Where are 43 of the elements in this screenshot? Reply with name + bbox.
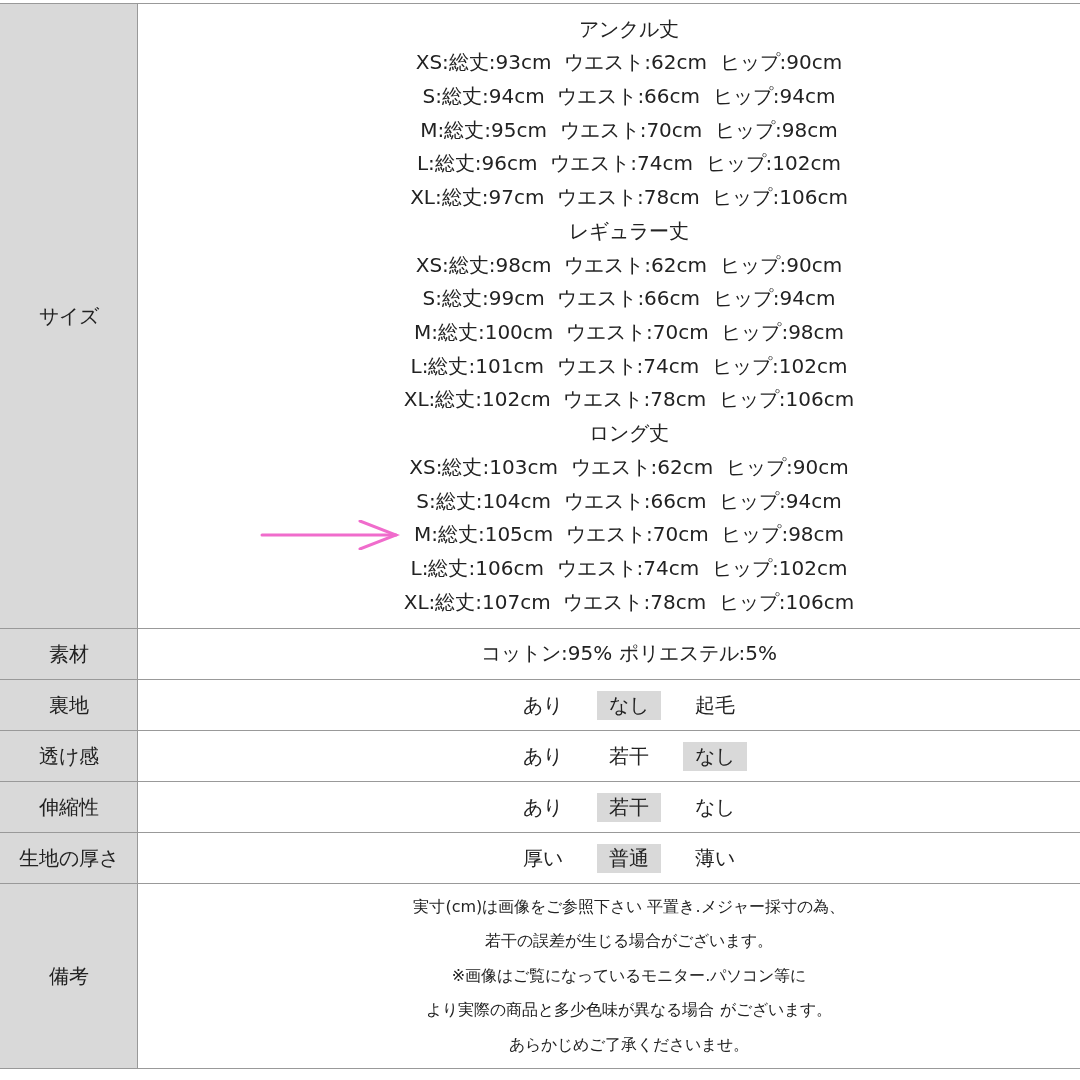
note-text: あらかじめご了承くださいませ。	[509, 1033, 749, 1056]
size-line: XL:総丈:97cm ウエスト:78cm ヒップ:106cm	[410, 184, 848, 212]
note-text: 若干の誤差が生じる場合がございます。	[485, 930, 773, 953]
option-label: 普通	[597, 843, 661, 873]
option-label: あり	[522, 691, 564, 719]
option-label: なし	[683, 741, 747, 771]
size-line: L:総丈:106cm ウエスト:74cm ヒップ:102cm	[410, 554, 848, 582]
size-line: S:総丈:104cm ウエスト:66cm ヒップ:94cm	[416, 487, 842, 515]
size-heading: レギュラー丈	[569, 217, 689, 245]
size-line: XS:総丈:98cm ウエスト:62cm ヒップ:90cm	[415, 251, 843, 279]
size-line: M:総丈:100cm ウエスト:70cm ヒップ:98cm	[413, 319, 845, 346]
option-label: 薄い	[694, 844, 736, 872]
size-line: S:総丈:99cm ウエスト:66cm ヒップ:94cm	[422, 285, 836, 313]
size-heading: アンクル丈	[579, 15, 679, 43]
row-label: 裏地	[48, 691, 89, 719]
option-label: 厚い	[522, 844, 564, 872]
option-label: 若干	[597, 792, 661, 822]
size-line: M:総丈:95cm ウエスト:70cm ヒップ:98cm	[420, 116, 838, 144]
row-label: 素材	[48, 640, 89, 668]
material-text: コットン:95% ポリエステル:5%	[481, 640, 777, 668]
option-label: なし	[694, 793, 736, 821]
note-text: ※画像はご覧になっているモニター.パソコン等に	[451, 964, 807, 987]
note-text: より実際の商品と多少色味が異なる場合 がございます。	[426, 999, 832, 1022]
option-label: 若干	[608, 742, 650, 770]
row-label: 備考	[48, 962, 89, 990]
size-line: XS:総丈:103cm ウエスト:62cm ヒップ:90cm	[409, 453, 849, 481]
size-line: XL:総丈:107cm ウエスト:78cm ヒップ:106cm	[403, 588, 855, 616]
size-line: XS:総丈:93cm ウエスト:62cm ヒップ:90cm	[415, 49, 843, 77]
row-label: 伸縮性	[38, 793, 99, 821]
size-line: S:総丈:94cm ウエスト:66cm ヒップ:94cm	[422, 83, 836, 111]
size-line: L:総丈:101cm ウエスト:74cm ヒップ:102cm	[410, 352, 848, 380]
size-line: XL:総丈:102cm ウエスト:78cm ヒップ:106cm	[403, 386, 855, 414]
size-line: M:総丈:105cm ウエスト:70cm ヒップ:98cm	[413, 518, 845, 552]
row-label: 生地の厚さ	[18, 844, 119, 872]
size-heading: ロング丈	[589, 420, 669, 448]
size-line: L:総丈:96cm ウエスト:74cm ヒップ:102cm	[416, 150, 841, 178]
row-label: サイズ	[38, 302, 99, 330]
note-text: 実寸(cm)は画像をご参照下さい 平置き.メジャー採寸の為、	[413, 895, 845, 918]
option-label: あり	[522, 742, 564, 770]
option-label: 起毛	[694, 691, 736, 719]
option-label: なし	[597, 690, 661, 720]
row-label: 透け感	[38, 742, 99, 770]
option-label: あり	[522, 793, 564, 821]
